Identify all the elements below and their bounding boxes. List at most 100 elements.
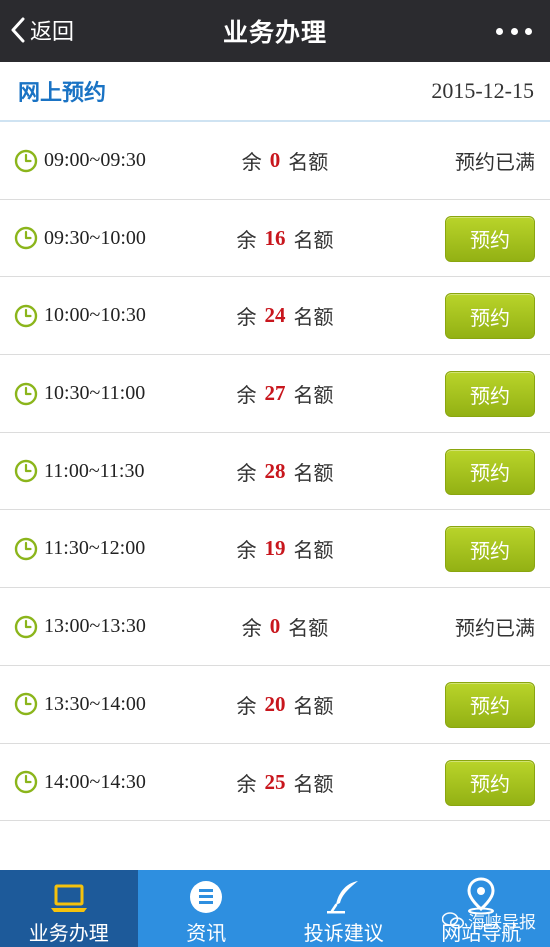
slot-time: 09:00~09:30: [14, 122, 146, 199]
slot-quota: 余 28 名额: [228, 433, 342, 510]
quota-prefix: 余: [236, 383, 257, 408]
tab-news[interactable]: 资讯: [138, 870, 276, 947]
chevron-left-icon: [11, 17, 25, 43]
time-slot-row: 10:00~10:30 余 24 名额 预约: [0, 277, 550, 356]
slot-time: 13:30~14:00: [14, 666, 146, 743]
slot-time: 14:00~14:30: [14, 744, 146, 821]
slot-time: 09:30~10:00: [14, 200, 146, 277]
quota-prefix: 余: [236, 305, 257, 330]
quota-remaining: 27: [264, 381, 286, 406]
slot-quota: 余 0 名额: [228, 588, 342, 665]
section-title: 网上预约: [18, 81, 107, 106]
slot-time-text: 11:30~12:00: [44, 537, 146, 560]
slot-quota: 余 0 名额: [228, 122, 342, 199]
clock-icon: [14, 382, 38, 405]
slot-full-status: 预约已满: [455, 150, 535, 174]
quota-remaining: 24: [264, 303, 286, 328]
quota-suffix: 名额: [293, 771, 334, 796]
slot-time-text: 13:00~13:30: [44, 615, 146, 638]
wechat-icon: [442, 911, 464, 929]
appointment-date: 2015-12-15: [431, 78, 534, 103]
quota-remaining: 16: [264, 225, 286, 250]
quota-prefix: 余: [236, 227, 257, 252]
slot-time: 10:00~10:30: [14, 277, 146, 354]
more-dot-icon: [525, 27, 532, 35]
slot-time: 10:30~11:00: [14, 355, 145, 432]
time-slot-row: 11:00~11:30 余 28 名额 预约: [0, 432, 550, 511]
time-slot-row: 13:30~14:00 余 20 名额 预约: [0, 665, 550, 744]
news-icon: [190, 881, 223, 913]
quota-suffix: 名额: [293, 460, 334, 485]
quota-suffix: 名额: [293, 538, 334, 563]
book-button[interactable]: 预约: [445, 526, 535, 573]
slot-quota: 余 25 名额: [228, 744, 342, 821]
book-button[interactable]: 预约: [445, 681, 535, 728]
slot-time: 13:00~13:30: [14, 588, 146, 665]
watermark: 海峡导报: [442, 908, 536, 933]
slot-time-text: 11:00~11:30: [44, 459, 145, 482]
slot-time-text: 10:00~10:30: [44, 304, 146, 327]
top-nav-bar: 返回 业务办理: [0, 0, 550, 62]
slot-time-text: 13:30~14:00: [44, 692, 146, 715]
tab-business[interactable]: 业务办理: [0, 870, 138, 947]
clock-icon: [14, 615, 38, 638]
quota-remaining: 0: [269, 148, 281, 172]
book-button[interactable]: 预约: [445, 215, 535, 262]
watermark-text: 海峡导报: [468, 913, 536, 933]
slot-time-text: 14:00~14:30: [44, 770, 146, 793]
clock-icon: [14, 149, 38, 172]
clock-icon: [14, 226, 38, 250]
book-button[interactable]: 预约: [445, 293, 535, 340]
slot-quota: 余 19 名额: [228, 510, 342, 587]
page-title: 业务办理: [222, 18, 327, 47]
quota-remaining: 0: [269, 614, 281, 639]
quota-prefix: 余: [236, 460, 257, 485]
slot-full-status: 预约已满: [455, 616, 535, 641]
quota-prefix: 余: [236, 693, 257, 718]
clock-icon: [14, 770, 38, 794]
tab-label: 资讯: [186, 921, 227, 945]
laptop-icon: [50, 884, 87, 912]
slot-time-text: 10:30~11:00: [44, 382, 146, 405]
clock-icon: [14, 537, 38, 561]
quota-suffix: 名额: [293, 305, 334, 330]
quota-prefix: 余: [236, 771, 257, 796]
quota-suffix: 名额: [293, 227, 334, 252]
slot-quota: 余 16 名额: [228, 200, 342, 277]
slot-quota: 余 27 名额: [228, 355, 342, 432]
quota-suffix: 名额: [293, 383, 334, 408]
time-slot-list: 09:00~09:30 余 0 名额 预约已满 09:30~10:00 余 16 名额 预约 10:…: [0, 122, 550, 822]
book-button[interactable]: 预约: [445, 759, 535, 806]
more-options-button[interactable]: [496, 16, 532, 46]
back-button[interactable]: 返回: [10, 10, 74, 50]
slot-time-text: 09:30~10:00: [44, 226, 146, 249]
slot-quota: 余 24 名额: [228, 277, 342, 354]
feather-icon: [326, 881, 358, 914]
section-header: 网上预约 2015-12-15: [0, 62, 550, 122]
time-slot-row: 10:30~11:00 余 27 名额 预约: [0, 355, 550, 433]
more-dot-icon: [510, 27, 518, 35]
book-button[interactable]: 预约: [445, 371, 535, 418]
clock-icon: [14, 693, 38, 716]
slot-quota: 余 20 名额: [228, 666, 342, 743]
time-slot-row: 09:30~10:00 余 16 名额 预约: [0, 199, 550, 278]
clock-icon: [14, 460, 38, 483]
quota-prefix: 余: [241, 150, 262, 174]
back-label: 返回: [30, 20, 75, 45]
quota-suffix: 名额: [288, 150, 329, 174]
slot-time: 11:30~12:00: [14, 510, 145, 587]
quota-suffix: 名额: [293, 693, 334, 718]
quota-remaining: 19: [264, 536, 286, 561]
clock-icon: [14, 304, 38, 328]
quota-prefix: 余: [241, 616, 262, 641]
book-button[interactable]: 预约: [445, 448, 535, 495]
time-slot-row: 13:00~13:30 余 0 名额 预约已满: [0, 588, 550, 666]
time-slot-row: 14:00~14:30 余 25 名额 预约: [0, 743, 550, 822]
slot-time-text: 09:00~09:30: [44, 149, 146, 171]
tab-label: 投诉建议: [303, 921, 384, 945]
quota-prefix: 余: [236, 538, 257, 563]
tab-complaints[interactable]: 投诉建议: [275, 870, 413, 947]
page: 返回 业务办理 网上预约 2015-12-15 09:00~09:30 余 0 名额预…: [0, 0, 550, 947]
time-slot-row: 11:30~12:00 余 19 名额 预约: [0, 510, 550, 589]
more-dot-icon: [496, 27, 503, 35]
